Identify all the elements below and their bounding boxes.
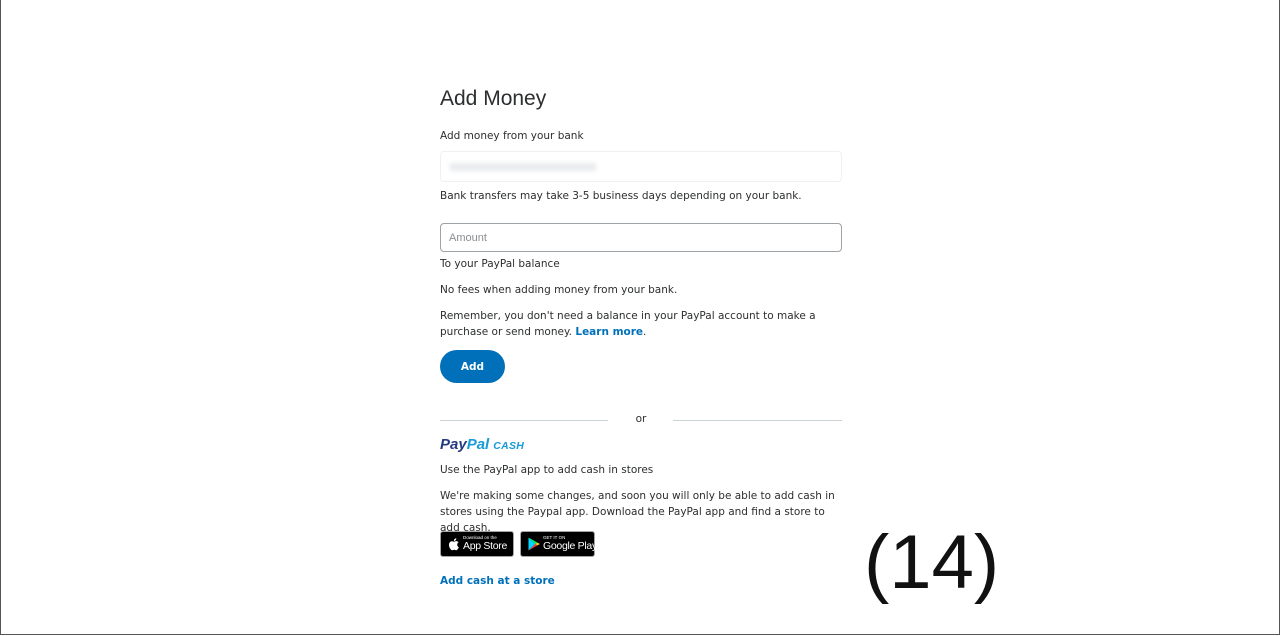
reminder-period: . [643,326,647,338]
reminder-note: Remember, you don't need a balance in yo… [440,308,842,340]
bank-section-label: Add money from your bank [440,130,584,142]
google-play-badge[interactable]: GET IT ON Google Play [520,531,597,557]
logo-pay-text: Pay [440,436,467,453]
add-money-panel: Add Money Add money from your bank Bank … [440,84,842,587]
logo-pal-text: Pal [466,436,490,453]
divider-right [673,420,842,421]
bank-account-redacted [449,163,597,171]
add-button[interactable]: Add [440,350,505,383]
apple-icon [448,538,459,551]
app-store-badge[interactable]: Download on the App Store [440,531,514,557]
add-cash-at-store-link[interactable]: Add cash at a store [440,575,555,587]
or-separator: or [635,413,647,425]
logo-cash-text: CASH [493,440,525,452]
google-play-big-text: Google Play [543,540,597,552]
paypal-cash-heading: Use the PayPal app to add cash in stores [440,464,654,476]
app-store-big-text: App Store [463,540,507,552]
amount-input[interactable] [440,223,842,252]
divider-left [440,420,608,421]
paypal-cash-logo: PayPal CASH [440,435,524,455]
destination-label: To your PayPal balance [440,258,560,270]
page-title: Add Money [440,87,547,110]
paypal-cash-description: We're making some changes, and soon you … [440,490,835,534]
bank-account-selector[interactable] [440,151,842,182]
page-number-annotation: (14) [864,520,1000,605]
google-play-icon [528,537,540,551]
bank-transfer-note: Bank transfers may take 3-5 business day… [440,190,802,202]
learn-more-link[interactable]: Learn more [575,326,643,338]
fees-note: No fees when adding money from your bank… [440,284,678,296]
